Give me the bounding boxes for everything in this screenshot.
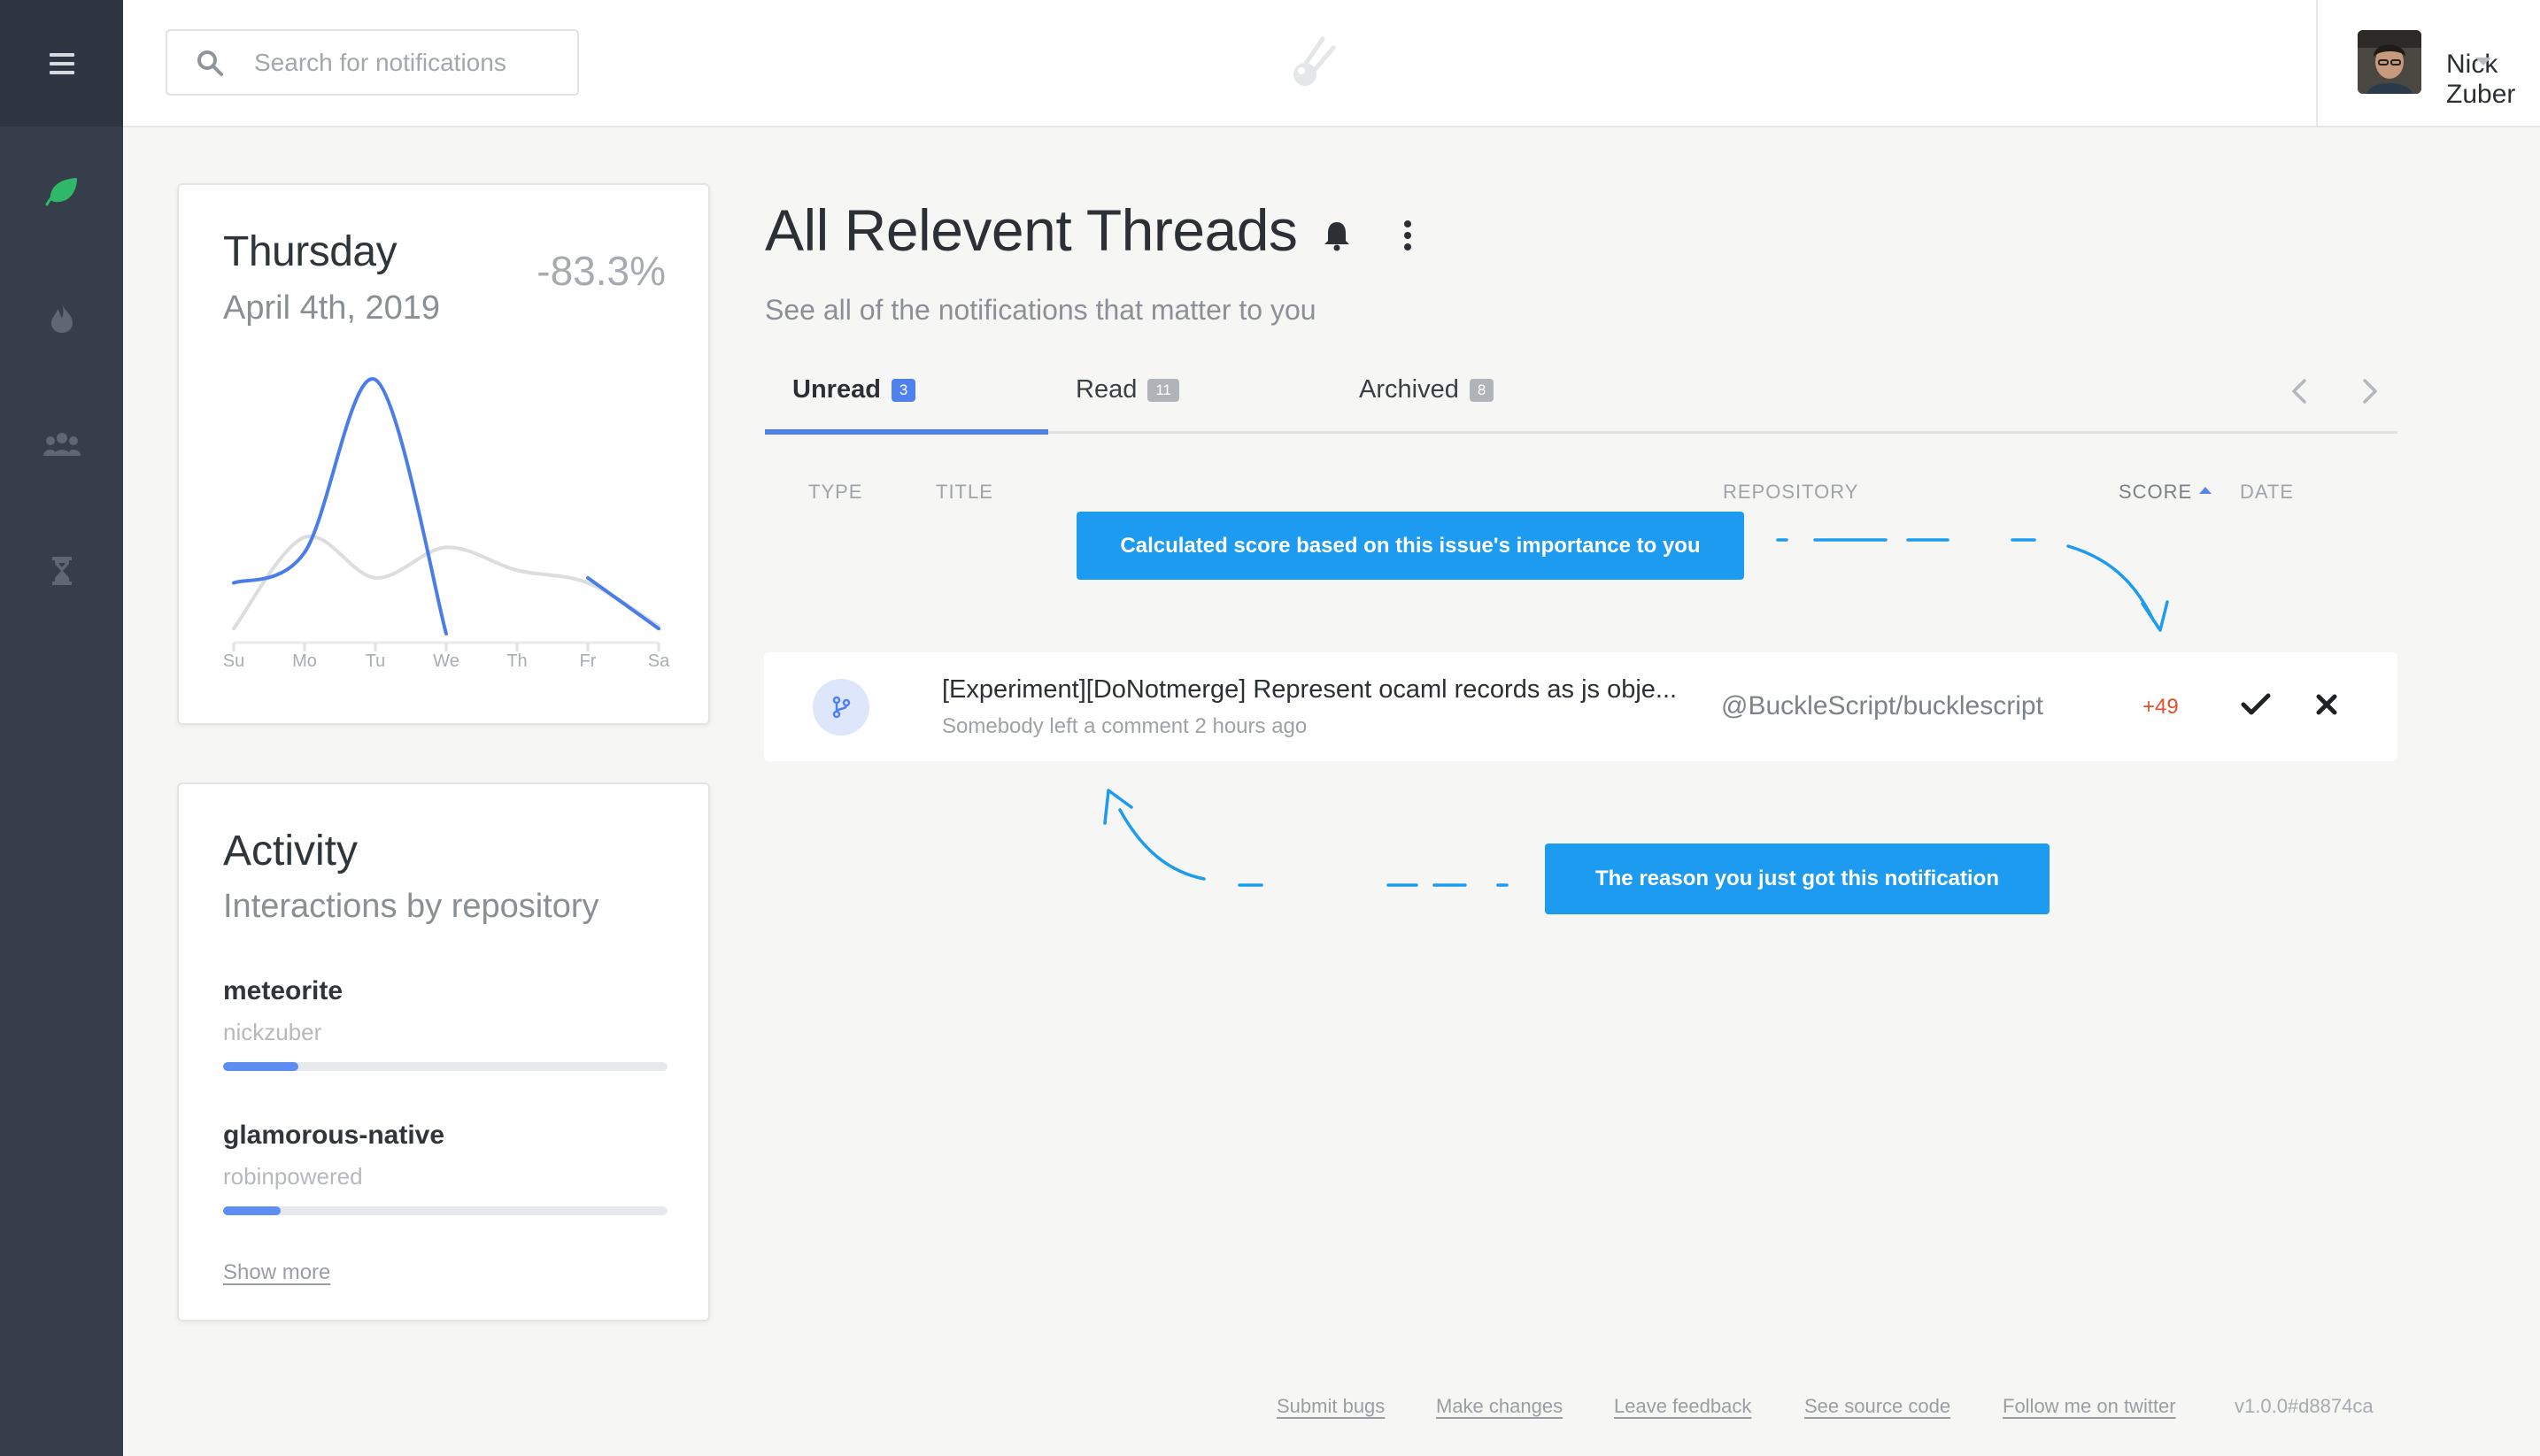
repo-activity-fill <box>223 1206 282 1215</box>
caret-down-icon[interactable] <box>2474 57 2492 67</box>
x-tick-label: We <box>433 651 459 671</box>
users-icon <box>42 433 81 456</box>
sidebar-item-home[interactable] <box>0 156 123 227</box>
repo-activity-fill <box>223 1062 299 1071</box>
repo-name: meteorite <box>223 976 344 1005</box>
leaf-icon <box>45 178 77 206</box>
series-line <box>586 575 660 631</box>
top-bar: Nick Zuber <box>123 0 2540 127</box>
user-name: Nick Zuber <box>2446 50 2516 109</box>
tab-archived[interactable]: Archived 8 <box>1359 375 1494 404</box>
day-change: -83.3% <box>537 248 666 294</box>
repo-activity-bar <box>223 1206 668 1215</box>
search-icon <box>197 50 223 76</box>
column-header-repository[interactable]: REPOSITORY <box>1723 481 1858 504</box>
more-options-icon[interactable] <box>1401 220 1415 251</box>
search-box[interactable] <box>166 29 579 96</box>
tab-label: Unread <box>792 375 881 404</box>
show-more-link[interactable]: Show more <box>223 1260 330 1285</box>
search-input[interactable] <box>254 48 573 77</box>
sidebar <box>0 0 123 1456</box>
notification-reason: Somebody left a comment 2 hours ago <box>942 714 1308 738</box>
tab-label: Archived <box>1359 375 1459 404</box>
page-subtitle: See all of the notifications that matter… <box>765 294 1316 326</box>
flame-icon <box>50 304 73 333</box>
footer-link-leave-feedback[interactable]: Leave feedback <box>1614 1395 1751 1418</box>
repository-name[interactable]: @BuckleScript/bucklescript <box>1721 691 2043 721</box>
repo-name: glamorous-native <box>223 1121 445 1150</box>
tab-bar: Unread 3 Read 11 Archived 8 <box>765 365 2397 435</box>
repo-activity-bar <box>223 1062 668 1071</box>
reason-tooltip: The reason you just got this notificatio… <box>1545 844 2050 914</box>
hamburger-icon <box>49 52 74 74</box>
sort-ascending-icon[interactable] <box>2198 486 2212 495</box>
repo-item[interactable]: glamorous-native robinpowered <box>223 1121 668 1215</box>
repo-item[interactable]: meteorite nickzuber <box>223 976 668 1071</box>
sidebar-item-history[interactable] <box>0 535 123 606</box>
chevron-left-icon[interactable] <box>2288 374 2311 409</box>
version-label: v1.0.0#d8874ca <box>2235 1395 2374 1417</box>
tab-read[interactable]: Read 11 <box>1076 375 1179 404</box>
count-badge: 8 <box>1469 378 1494 402</box>
activity-title: Activity <box>223 828 359 874</box>
meteor-logo-icon <box>1293 36 1336 86</box>
weekly-chart: Su Mo Tu We Th Fr Sa <box>223 377 670 671</box>
notification-title[interactable]: [Experiment][DoNotmerge] Represent ocaml… <box>942 675 1677 705</box>
day-title: Thursday <box>223 228 398 275</box>
series-line <box>232 377 448 636</box>
repo-owner: robinpowered <box>223 1163 363 1190</box>
sidebar-item-hot[interactable] <box>0 282 123 353</box>
tab-unread[interactable]: Unread 3 <box>792 375 916 404</box>
activity-subtitle: Interactions by repository <box>223 888 599 925</box>
close-icon[interactable] <box>2315 691 2338 718</box>
git-branch-icon <box>832 696 851 719</box>
column-header-date[interactable]: DATE <box>2240 481 2294 504</box>
footer-link-make-changes[interactable]: Make changes <box>1436 1395 1563 1418</box>
page-title: All Relevent Threads <box>765 197 1298 263</box>
hourglass-icon <box>51 557 72 585</box>
score-tooltip: Calculated score based on this issue's i… <box>1077 512 1744 580</box>
chevron-right-icon[interactable] <box>2359 374 2382 409</box>
x-tick-label: Th <box>506 651 527 671</box>
day-date: April 4th, 2019 <box>223 289 441 327</box>
count-badge: 11 <box>1147 378 1179 402</box>
footer-link-source-code[interactable]: See source code <box>1804 1395 1950 1418</box>
column-header-score[interactable]: SCORE <box>2119 481 2192 504</box>
sidebar-item-teams[interactable] <box>0 409 123 480</box>
x-tick-label: Su <box>223 651 244 671</box>
footer-link-twitter[interactable]: Follow me on twitter <box>2003 1395 2176 1418</box>
user-menu[interactable]: Nick Zuber <box>2316 0 2540 126</box>
x-tick-label: Fr <box>580 651 597 671</box>
repo-owner: nickzuber <box>223 1019 322 1045</box>
count-badge: 3 <box>891 378 916 402</box>
column-header-type[interactable]: TYPE <box>808 481 862 504</box>
daily-summary-card: Thursday April 4th, 2019 -83.3% Su Mo Tu We… <box>177 183 710 725</box>
check-icon[interactable] <box>2241 691 2271 718</box>
score-value: +49 <box>2142 695 2179 719</box>
avatar <box>2358 30 2421 94</box>
activity-card: Activity Interactions by repository mete… <box>177 782 710 1321</box>
active-tab-indicator <box>765 429 1048 435</box>
type-badge <box>813 679 869 736</box>
tab-label: Read <box>1076 375 1138 404</box>
x-tick-label: Tu <box>366 651 386 671</box>
x-tick-label: Sa <box>648 651 670 671</box>
notification-row[interactable]: [Experiment][DoNotmerge] Represent ocaml… <box>764 652 2397 761</box>
x-tick-label: Mo <box>292 651 317 671</box>
bell-icon[interactable] <box>1323 220 1351 251</box>
menu-button[interactable] <box>0 0 123 127</box>
footer-link-submit-bugs[interactable]: Submit bugs <box>1277 1395 1385 1418</box>
column-header-title[interactable]: TITLE <box>936 481 993 504</box>
